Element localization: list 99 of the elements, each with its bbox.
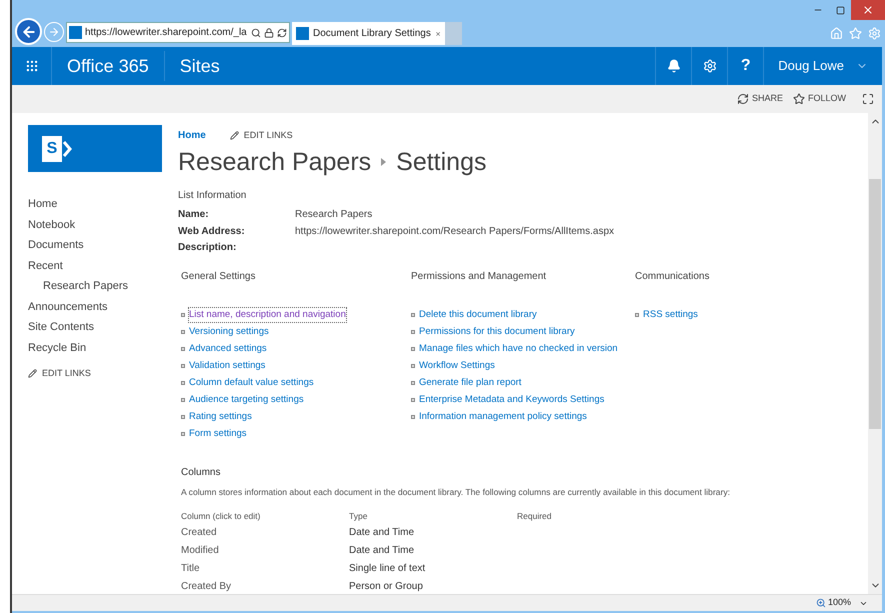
column-header: Column (click to edit) xyxy=(181,510,262,524)
settings-link[interactable]: RSS settings xyxy=(643,308,698,322)
bullet-icon xyxy=(411,347,415,351)
action-link[interactable]: FOLLOW xyxy=(792,92,846,106)
nav-link[interactable]: Site Contents xyxy=(28,317,94,338)
scrollbar[interactable] xyxy=(868,113,882,594)
section-heading: List Information xyxy=(178,189,248,203)
edit-links-link[interactable]: EDIT LINKS xyxy=(230,128,293,142)
site-icon xyxy=(296,27,309,40)
bullet-icon xyxy=(181,415,185,419)
field-label: Name: xyxy=(178,208,210,222)
section-heading: Permissions and Management xyxy=(411,270,548,284)
page-title[interactable]: Research Papers xyxy=(178,145,372,179)
bullet-icon xyxy=(181,364,185,368)
field-value: https://lowewriter.sharepoint.com/Research Papers/Forms/AllItems.aspx xyxy=(295,224,616,238)
column-type: Single line of text xyxy=(349,562,426,576)
site-icon xyxy=(69,26,82,39)
address-text: https://lowewriter.sharepoint.com/_la xyxy=(85,26,248,40)
action-link[interactable]: SHARE xyxy=(736,92,783,106)
browser-tab[interactable]: Document Library Settings xyxy=(292,22,445,45)
lock-icon xyxy=(264,28,274,38)
nav-link[interactable]: Research Papers xyxy=(28,276,128,296)
zoom-icon xyxy=(816,598,826,608)
settings-link[interactable]: Versioning settings xyxy=(189,324,269,340)
column-type: Date and Time xyxy=(349,544,416,558)
sharepoint-logo[interactable]: S xyxy=(28,125,162,172)
section-title[interactable]: Sites xyxy=(164,52,235,80)
bullet-icon xyxy=(411,364,415,368)
bullet-icon xyxy=(181,381,185,385)
gear-icon xyxy=(702,59,717,73)
nav-link[interactable]: Home xyxy=(28,194,58,214)
field-label: Description: xyxy=(178,241,238,255)
settings-link[interactable]: Form settings xyxy=(189,426,247,442)
settings-link[interactable]: Audience targeting settings xyxy=(189,392,304,408)
nav-link[interactable]: Recycle Bin xyxy=(28,338,86,358)
bullet-icon xyxy=(411,381,415,385)
column-type: Person or Group xyxy=(349,580,424,594)
column-name-link[interactable]: Created By xyxy=(181,578,349,594)
column-name-link[interactable]: Created xyxy=(181,524,349,542)
bell-icon xyxy=(666,59,681,73)
edit-links-link[interactable]: EDIT LINKS xyxy=(28,367,91,380)
share-icon xyxy=(736,93,749,105)
address-bar[interactable]: https://lowewriter.sharepoint.com/_la xyxy=(66,22,290,43)
tab-title: Document Library Settings xyxy=(313,27,431,41)
focus-icon[interactable] xyxy=(862,93,874,105)
bullet-icon xyxy=(411,330,415,334)
settings-link[interactable]: Advanced settings xyxy=(189,342,267,356)
pencil-icon xyxy=(28,369,37,378)
settings-link[interactable]: Workflow Settings xyxy=(419,358,495,374)
column-name-link[interactable]: Modified xyxy=(181,542,349,560)
app-grid-icon xyxy=(24,59,38,73)
bullet-icon xyxy=(411,313,415,317)
settings-link[interactable]: Generate file plan report xyxy=(419,376,522,390)
star-icon xyxy=(792,93,805,105)
settings-link[interactable]: Enterprise Metadata and Keywords Settings xyxy=(419,392,604,408)
app-title[interactable]: Office 365 xyxy=(52,51,165,81)
settings-link[interactable]: Delete this document library xyxy=(419,308,537,322)
section-heading: General Settings xyxy=(181,270,256,284)
close-button[interactable] xyxy=(851,0,885,20)
breadcrumb-home-link[interactable]: Home xyxy=(178,128,206,143)
bullet-icon xyxy=(181,432,185,436)
close-icon xyxy=(862,4,874,16)
column-header: Type xyxy=(349,510,368,524)
zoom-control[interactable]: 100% xyxy=(816,596,851,610)
nav-link[interactable]: Documents xyxy=(28,235,84,256)
bullet-icon xyxy=(411,398,415,402)
column-name-link[interactable]: Title xyxy=(181,560,349,578)
settings-link[interactable]: Manage files which have no checked in version xyxy=(419,342,618,356)
search-icon[interactable] xyxy=(251,28,261,38)
section-heading: Communications xyxy=(635,270,710,284)
column-header: Required xyxy=(517,510,552,524)
nav-link[interactable]: Notebook xyxy=(28,214,76,235)
nav-link[interactable]: Recent xyxy=(28,256,63,276)
settings-link[interactable]: Permissions for this document library xyxy=(419,324,575,340)
column-type: Date and Time xyxy=(349,526,416,540)
maximize-icon xyxy=(836,6,844,14)
settings-link[interactable]: Validation settings xyxy=(189,358,266,374)
field-value: Research Papers xyxy=(295,208,374,222)
settings-link[interactable]: List name, description and navigation xyxy=(189,308,346,322)
columns-description: A column stores information about each document in the document library. The following columns are currently available in this document library: xyxy=(180,486,732,498)
section-heading: Columns xyxy=(180,466,222,480)
forward-arrow-icon xyxy=(48,26,60,38)
bullet-icon xyxy=(181,398,185,402)
settings-link[interactable]: Column default value settings xyxy=(189,376,314,390)
nav-link[interactable]: Announcements xyxy=(28,296,108,317)
refresh-icon[interactable] xyxy=(277,28,287,38)
back-button[interactable] xyxy=(15,18,42,45)
bullet-icon xyxy=(181,313,185,317)
bullet-icon xyxy=(411,415,415,419)
settings-link[interactable]: Rating settings xyxy=(189,410,252,424)
logo-letter: S xyxy=(42,136,62,162)
breadcrumb-arrow-icon xyxy=(381,158,386,166)
settings-link[interactable]: Information management policy settings xyxy=(419,410,587,424)
bullet-icon xyxy=(635,313,639,317)
field-label: Web Address: xyxy=(178,224,246,238)
bullet-icon xyxy=(181,330,185,334)
bullet-icon xyxy=(181,347,185,351)
page-subtitle: Settings xyxy=(396,147,486,178)
pencil-icon xyxy=(230,131,239,140)
